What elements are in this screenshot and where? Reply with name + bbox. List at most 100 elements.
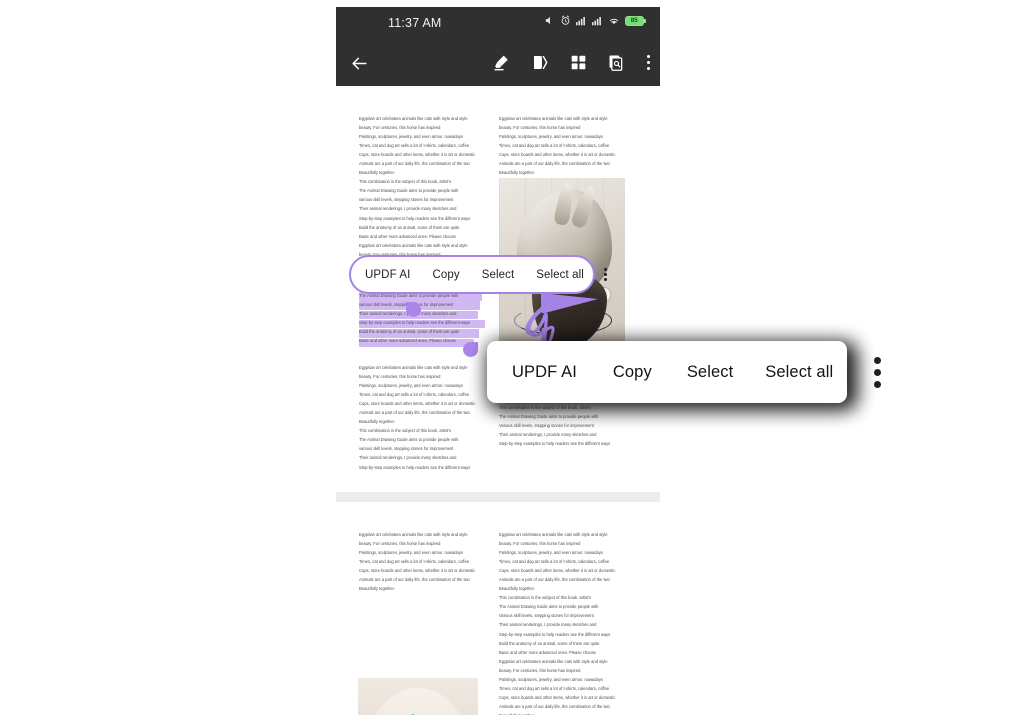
doc-line: Beautifully together. bbox=[499, 586, 535, 592]
doc-line: Egyptian art celebrates animals like cat… bbox=[359, 532, 468, 537]
doc-line: beauty. For centuries, this horse has in… bbox=[359, 125, 441, 131]
callout-updf-ai[interactable]: UPDF AI bbox=[512, 363, 577, 382]
context-menu-more-icon[interactable] bbox=[603, 267, 607, 282]
zoom-callout-menu[interactable]: UPDF AI Copy Select Select all bbox=[487, 341, 882, 403]
status-time: 11:37 AM bbox=[388, 16, 442, 30]
page1-right-column-top: Egyptian art celebrates animals like cat… bbox=[499, 114, 627, 177]
doc-line: Basic and other more advanced ones. Plea… bbox=[499, 649, 596, 655]
doc-line: Step-by-step examples to help readers se… bbox=[359, 464, 471, 470]
page1-left-column-top: Egyptian art celebrates animals like cat… bbox=[359, 114, 487, 268]
page-separator bbox=[336, 492, 660, 502]
doc-line: Beautifully together. bbox=[359, 586, 395, 592]
doc-line: Their animal renderings, I provide many … bbox=[359, 455, 457, 461]
callout-select-all[interactable]: Select all bbox=[765, 363, 833, 382]
text-selection-region[interactable]: The Animal Drawing Guide aims to provide… bbox=[358, 291, 486, 348]
page2-left-column: Egyptian art celebrates animals like cat… bbox=[359, 530, 487, 593]
doc-line: Egyptian art celebrates animals like cat… bbox=[359, 116, 468, 121]
battery-icon: 85 bbox=[624, 15, 646, 26]
doc-line: Animals are a part of our daily life, th… bbox=[359, 577, 470, 583]
doc-line: Egyptian art celebrates animals like cat… bbox=[359, 242, 468, 248]
doc-line: Their animal renderings, I provide many … bbox=[359, 311, 457, 317]
doc-line: Step-by-step examples to help readers se… bbox=[499, 631, 611, 637]
doc-line: Cups, store boards and other items, whet… bbox=[359, 401, 476, 407]
context-menu-copy[interactable]: Copy bbox=[432, 269, 459, 281]
doc-line: Cups, store boards and other items, whet… bbox=[499, 568, 616, 574]
status-bar: 11:37 AM 85 bbox=[336, 7, 660, 44]
cubist-cat-art bbox=[358, 678, 478, 715]
doc-line: Their animal renderings, I provide many … bbox=[499, 432, 597, 438]
doc-line: Various skill levels, stepping stones fo… bbox=[499, 613, 594, 619]
doc-line: Paintings, sculptures, jewelry, and even… bbox=[499, 550, 603, 556]
selection-handle-start[interactable] bbox=[406, 302, 421, 317]
signal-icon bbox=[575, 16, 585, 25]
doc-line: Beautifully together. bbox=[359, 419, 395, 425]
doc-line: Their animal renderings, I provide many … bbox=[499, 622, 597, 628]
doc-line: Cups, store boards and other items, whet… bbox=[499, 694, 616, 700]
doc-line: various skill levels, stepping stones fo… bbox=[359, 302, 454, 308]
screenshot-root: 11:37 AM 85 Egyptian art celebrates anim… bbox=[0, 0, 1024, 715]
page1-left-column-bottom: Egyptian art celebrates animals like cat… bbox=[359, 363, 487, 472]
doc-line: Animals are a part of our daily life, th… bbox=[359, 410, 470, 416]
status-icon-group: 85 bbox=[544, 15, 646, 26]
doc-line: Paintings, sculptures, jewelry, and even… bbox=[499, 676, 603, 682]
doc-line: Egyptian art celebrates animals like cat… bbox=[499, 116, 608, 121]
doc-line: Various skill levels, stepping stones fo… bbox=[499, 423, 594, 429]
doc-line: Animals are a part of our daily life, th… bbox=[499, 161, 610, 167]
toolbar-actions bbox=[492, 53, 650, 72]
doc-line: Times, cat and dog art sells a lot of t-… bbox=[499, 685, 610, 691]
app-toolbar bbox=[336, 44, 660, 86]
highlighter-icon[interactable] bbox=[492, 53, 510, 72]
doc-line: Egyptian art celebrates animals like cat… bbox=[499, 658, 608, 664]
doc-line: Times, cat and dog art sells a lot of t-… bbox=[359, 143, 470, 149]
page2-right-column: Egyptian art celebrates animals like cat… bbox=[499, 530, 627, 715]
doc-line: This combination is the subject of this … bbox=[359, 179, 452, 185]
doc-line: Times, cat and dog art sells a lot of t-… bbox=[499, 143, 610, 149]
doc-line: various skill levels, stepping stones fo… bbox=[359, 197, 454, 203]
callout-select[interactable]: Select bbox=[687, 363, 733, 382]
doc-line: beauty. For centuries, this horse has in… bbox=[499, 541, 581, 547]
doc-line: The Animal Drawing Guide aims to provide… bbox=[499, 604, 599, 610]
doc-line: beauty. For centuries, this horse has in… bbox=[359, 541, 441, 547]
doc-line: Beautifully together. bbox=[499, 711, 627, 715]
doc-line: Animals are a part of our daily life, th… bbox=[359, 161, 470, 167]
context-menu-select-all[interactable]: Select all bbox=[536, 269, 584, 281]
context-menu-updf-ai[interactable]: UPDF AI bbox=[365, 269, 410, 281]
doc-line: Egyptian art celebrates animals like cat… bbox=[359, 365, 468, 370]
doc-line: Beautifully together. bbox=[359, 170, 395, 176]
callout-copy[interactable]: Copy bbox=[613, 363, 652, 382]
selection-handle-end[interactable] bbox=[463, 342, 478, 357]
mute-icon bbox=[545, 16, 550, 25]
doc-line: Paintings, sculptures, jewelry, and even… bbox=[359, 550, 463, 556]
doc-line: Cups, store boards and other items, whet… bbox=[359, 568, 476, 574]
doc-line: This combination is the subject of this … bbox=[499, 595, 592, 601]
text-selection-context-menu[interactable]: UPDF AI Copy Select Select all bbox=[349, 255, 607, 294]
doc-line: beauty. For centuries, this horse has in… bbox=[499, 125, 581, 131]
doc-line: Egyptian art celebrates animals like cat… bbox=[499, 532, 608, 537]
doc-line: The Animal Drawing Guide aims to provide… bbox=[499, 414, 599, 420]
cubist-cat-painting bbox=[358, 678, 478, 715]
doc-line: Paintings, sculptures, jewelry, and even… bbox=[359, 383, 463, 389]
doc-line: beauty. For centuries, this horse has in… bbox=[499, 667, 581, 673]
doc-line: Build the anatomy of an animal, some of … bbox=[359, 224, 460, 230]
doc-line: Times, cat and dog art sells a lot of t-… bbox=[359, 559, 470, 565]
doc-line: Step-by-step examples to help readers se… bbox=[359, 215, 471, 221]
doc-line: This combination is the subject of this … bbox=[359, 428, 452, 434]
more-options-icon[interactable] bbox=[646, 54, 650, 71]
bookmark-icon[interactable] bbox=[531, 53, 549, 72]
doc-line: Paintings, sculptures, jewelry, and even… bbox=[499, 134, 603, 140]
grid-view-icon[interactable] bbox=[570, 54, 587, 71]
context-menu-select[interactable]: Select bbox=[482, 269, 515, 281]
page-search-icon[interactable] bbox=[608, 54, 626, 72]
doc-line: Build the anatomy of an animal, some of … bbox=[359, 329, 460, 335]
doc-line: Cups, store boards and other items, whet… bbox=[499, 152, 616, 158]
doc-line: Times, cat and dog art sells a lot of t-… bbox=[499, 559, 610, 565]
page1-left-column-selected: The Animal Drawing Guide aims to provide… bbox=[359, 291, 487, 345]
doc-line: Basic and other more advanced ones. Plea… bbox=[359, 233, 456, 239]
back-arrow-icon[interactable] bbox=[350, 54, 369, 73]
callout-more-icon[interactable] bbox=[874, 356, 882, 388]
doc-line: Animals are a part of our daily life, th… bbox=[499, 577, 610, 583]
doc-line: Animals are a part of our daily life, th… bbox=[499, 703, 610, 709]
doc-line: Cups, store boards and other items, whet… bbox=[359, 152, 476, 158]
doc-line: beauty. For centuries, this horse has in… bbox=[359, 374, 441, 380]
doc-line: The Animal Drawing Guide aims to provide… bbox=[359, 437, 459, 443]
